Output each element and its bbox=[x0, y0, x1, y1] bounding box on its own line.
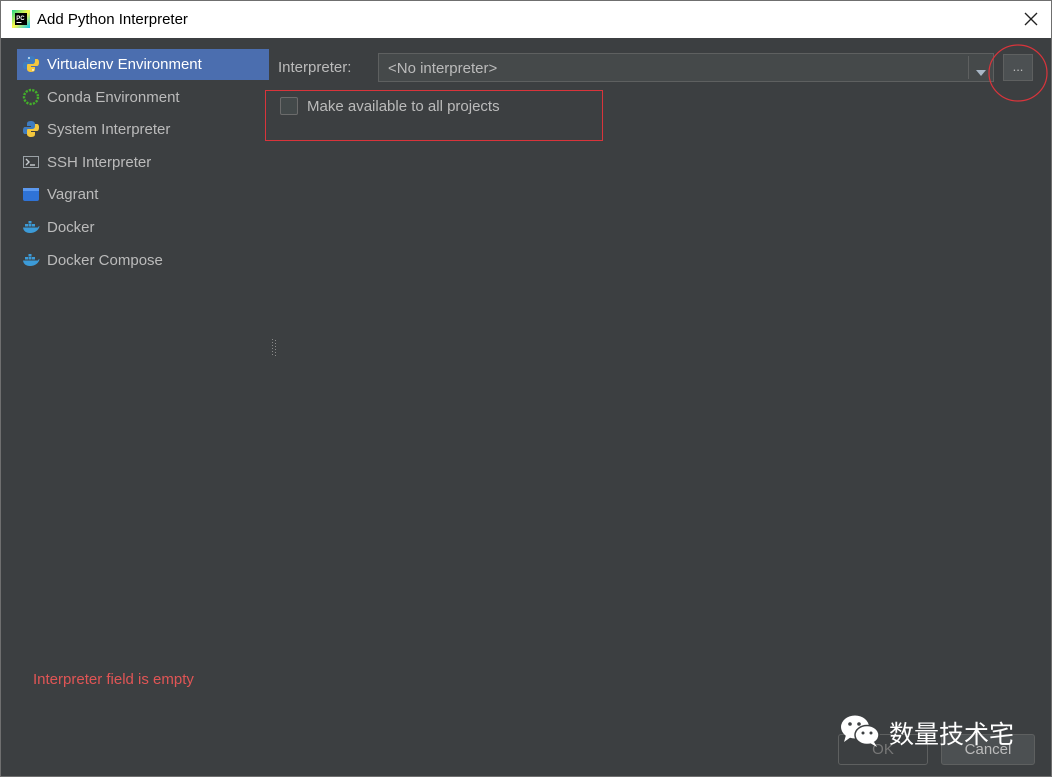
python-virtualenv-icon bbox=[22, 55, 40, 73]
interpreter-type-list: Virtualenv Environment Conda Environment… bbox=[17, 49, 269, 289]
validation-error-text: Interpreter field is empty bbox=[33, 671, 194, 688]
pycharm-icon: PC bbox=[12, 10, 30, 28]
python-icon bbox=[22, 120, 40, 138]
conda-icon bbox=[22, 88, 40, 106]
add-python-interpreter-dialog: PC Add Python Interpreter Virtualenv Env… bbox=[0, 0, 1052, 777]
sidebar-item-label: Virtualenv Environment bbox=[47, 56, 202, 73]
svg-text:PC: PC bbox=[16, 16, 25, 22]
sidebar-item-label: System Interpreter bbox=[47, 121, 171, 139]
sidebar-item-ssh-interpreter[interactable]: SSH Interpreter bbox=[17, 147, 269, 178]
interpreter-dropdown[interactable]: <No interpreter> bbox=[378, 53, 994, 82]
window-title: Add Python Interpreter bbox=[37, 11, 188, 28]
dropdown-divider bbox=[968, 56, 969, 79]
vagrant-icon bbox=[22, 185, 40, 203]
sidebar-item-label: Docker Compose bbox=[47, 251, 163, 269]
interpreter-dropdown-value: <No interpreter> bbox=[388, 60, 498, 77]
browse-interpreter-button[interactable]: ... bbox=[1003, 54, 1033, 81]
docker-icon bbox=[22, 218, 40, 236]
close-icon[interactable] bbox=[1021, 9, 1041, 29]
sidebar-item-label: Docker bbox=[47, 218, 95, 236]
sidebar-item-conda[interactable]: Conda Environment bbox=[17, 82, 269, 113]
make-available-label[interactable]: Make available to all projects bbox=[307, 98, 500, 115]
sidebar-item-system-interpreter[interactable]: System Interpreter bbox=[17, 114, 269, 145]
splitter-handle[interactable] bbox=[272, 339, 277, 359]
cancel-button[interactable]: Cancel bbox=[941, 734, 1035, 765]
terminal-icon bbox=[22, 153, 40, 171]
docker-compose-icon bbox=[22, 251, 40, 269]
chevron-down-icon[interactable] bbox=[975, 64, 987, 76]
sidebar-item-label: Vagrant bbox=[47, 186, 99, 204]
sidebar-item-docker-compose[interactable]: Docker Compose bbox=[17, 245, 269, 276]
ok-button[interactable]: OK bbox=[838, 734, 928, 765]
sidebar-item-vagrant[interactable]: Vagrant bbox=[17, 179, 269, 210]
title-bar: PC Add Python Interpreter bbox=[1, 1, 1051, 38]
make-available-checkbox[interactable] bbox=[280, 97, 298, 115]
interpreter-label: Interpreter: bbox=[278, 59, 352, 76]
sidebar-item-virtualenv[interactable]: Virtualenv Environment bbox=[17, 49, 269, 80]
sidebar-item-label: Conda Environment bbox=[47, 88, 180, 106]
sidebar-item-docker[interactable]: Docker bbox=[17, 212, 269, 243]
sidebar-item-label: SSH Interpreter bbox=[47, 153, 152, 171]
